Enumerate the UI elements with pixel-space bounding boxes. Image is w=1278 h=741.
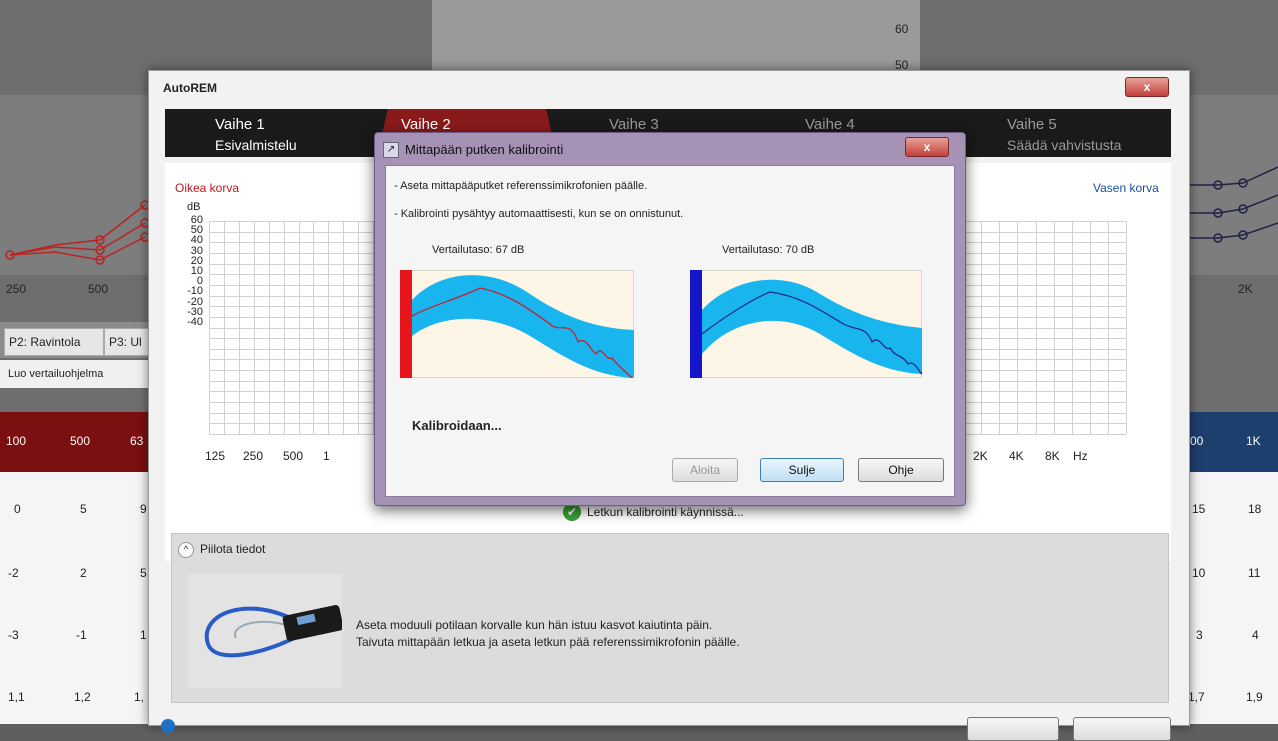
step-5[interactable]: Vaihe 5 Säädä vahvistusta (1007, 115, 1121, 155)
left-ear-calibration-plot (690, 270, 922, 378)
step-1-label: Vaihe 1 (215, 116, 265, 133)
table-cell: 1,7 (1188, 690, 1205, 704)
right-ear-calibration-plot (400, 270, 634, 378)
left-ear-label: Vasen korva (1093, 181, 1159, 195)
x-tick: 2K (973, 449, 988, 463)
table-header-cell: 1K (1246, 434, 1261, 448)
instruction-1: - Aseta mittapääputket referenssimikrofo… (394, 180, 648, 192)
calibration-dialog: ↗ Mittapään putken kalibrointi x - Aseta… (374, 132, 966, 506)
table-cell: 15 (1192, 502, 1206, 516)
table-cell: -2 (8, 566, 19, 580)
table-cell: 9 (140, 502, 147, 516)
background-freq-label: 2K (1238, 282, 1253, 296)
help-button[interactable]: Ohje (858, 458, 944, 482)
table-cell: 10 (1192, 566, 1206, 580)
calibrating-status: Kalibroidaan... (412, 418, 502, 433)
table-cell: 5 (140, 566, 147, 580)
step-5-label: Vaihe 5 (1007, 116, 1057, 133)
left-audiogram-lines (5, 200, 150, 265)
info-icon[interactable] (161, 719, 175, 733)
y-axis-ticks: 60 50 40 30 20 10 0 -10 -20 -30 -40 (177, 214, 203, 329)
step-1-subtitle: Esivalmistelu (215, 137, 297, 153)
background-y-label: 60 (895, 22, 909, 36)
autorem-close-button[interactable]: x (1125, 77, 1169, 97)
table-cell: 4 (1252, 628, 1259, 642)
left-audiogram (0, 95, 150, 275)
instruction-2: - Kalibrointi pysähtyy automaattisesti, … (394, 208, 684, 220)
calibration-title: Mittapään putken kalibrointi (405, 142, 564, 157)
calibration-close-button[interactable]: x (905, 137, 949, 157)
table-header-cell: 00 (1190, 434, 1204, 448)
table-header-cell: 500 (70, 434, 91, 448)
table-cell: 5 (80, 502, 87, 516)
y-tick: -40 (187, 316, 203, 329)
table-cell: 0 (14, 502, 21, 516)
reference-level-right: Vertailutaso: 67 dB (432, 244, 525, 256)
background-freq-label: 250 (6, 282, 27, 296)
right-gain-table: 00 1K 15 18 10 11 3 4 1,7 1,9 (1188, 412, 1278, 724)
calibration-body: - Aseta mittapääputket referenssimikrofo… (385, 165, 955, 497)
x-unit-label: Hz (1073, 449, 1088, 463)
left-ear-grid (945, 221, 1127, 435)
create-comparison-program[interactable]: Luo vertailuohjelma (0, 360, 158, 388)
x-tick: 500 (283, 449, 304, 463)
table-cell: 1,1 (8, 690, 25, 704)
reference-level-left: Vertailutaso: 70 dB (722, 244, 815, 256)
chevron-up-icon[interactable]: ^ (178, 542, 194, 558)
step-1[interactable]: Vaihe 1 Esivalmistelu (215, 115, 297, 155)
calibration-titlebar: ↗ Mittapään putken kalibrointi (381, 139, 955, 161)
table-cell: 2 (80, 566, 87, 580)
bottom-button-1[interactable] (967, 717, 1059, 741)
table-cell: 11 (1248, 566, 1261, 580)
background-chart-area (432, 0, 920, 70)
close-button[interactable]: Sulje (760, 458, 844, 482)
table-cell: 3 (1196, 628, 1203, 642)
table-header-cell: 63 (130, 434, 144, 448)
table-cell: 18 (1248, 502, 1262, 516)
instruction-line-2: Taivuta mittapään letkua ja aseta letkun… (356, 635, 740, 649)
table-cell: 1,9 (1246, 690, 1263, 704)
x-tick: 125 (205, 449, 226, 463)
step-5-subtitle: Säädä vahvistusta (1007, 137, 1122, 153)
table-cell: -1 (76, 628, 87, 642)
instruction-line-1: Aseta moduuli potilaan korvalle kun hän … (356, 618, 713, 632)
x-tick: 8K (1045, 449, 1060, 463)
tab-p3[interactable]: P3: Ul (104, 328, 154, 356)
table-cell: 1, (134, 690, 145, 704)
right-audiogram-lines (1188, 166, 1278, 243)
right-audiogram (1188, 95, 1278, 275)
x-tick: 250 (243, 449, 264, 463)
x-tick: 1 (323, 449, 330, 463)
program-tabs: P2: Ravintola P3: Ul (0, 322, 154, 358)
left-gain-table: 100 500 63 0 5 9 -2 2 5 -3 -1 1 1,1 1,2 … (0, 412, 150, 724)
background-freq-label: 500 (88, 282, 109, 296)
table-cell: 1 (140, 628, 147, 642)
hide-details-toggle[interactable]: Piilota tiedot (200, 542, 265, 556)
bottom-button-2[interactable] (1073, 717, 1171, 741)
module-image (188, 574, 344, 688)
autorem-title: AutoREM (163, 81, 217, 95)
details-panel: ^ Piilota tiedot Aseta moduuli potilaan … (171, 533, 1169, 703)
probe-module-illustration (188, 574, 344, 688)
x-tick: 4K (1009, 449, 1024, 463)
table-cell: 1,2 (74, 690, 91, 704)
status-text: Letkun kalibrointi käynnissä... (587, 505, 744, 519)
app-icon: ↗ (383, 142, 399, 158)
tab-p2[interactable]: P2: Ravintola (4, 328, 104, 356)
right-ear-grid (209, 221, 389, 435)
table-cell: -3 (8, 628, 19, 642)
start-button[interactable]: Aloita (672, 458, 738, 482)
y-unit-label: dB (187, 201, 201, 213)
right-ear-label: Oikea korva (175, 181, 240, 195)
table-header-cell: 100 (6, 434, 27, 448)
